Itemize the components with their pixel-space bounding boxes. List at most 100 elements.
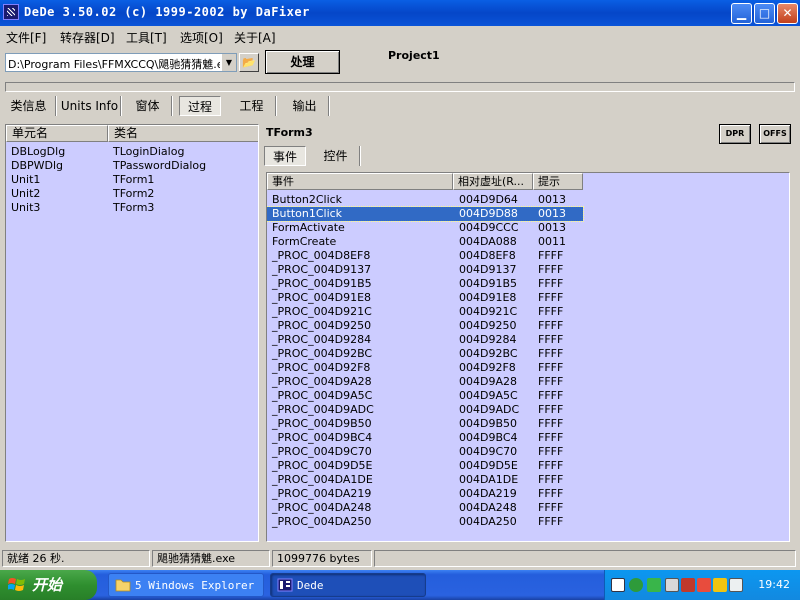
table-row[interactable]: _PROC_004D9D5E 004D9D5E FFFF — [267, 459, 583, 473]
table-row[interactable]: _PROC_004D9A28 004D9A28 FFFF — [267, 375, 583, 389]
table-row[interactable]: _PROC_004DA248 004DA248 FFFF — [267, 501, 583, 515]
notification-icon[interactable] — [713, 578, 727, 592]
table-row[interactable]: _PROC_004DA1DE 004DA1DE FFFF — [267, 473, 583, 487]
class-name-cell[interactable]: TPasswordDialog — [113, 159, 206, 173]
table-row[interactable]: _PROC_004D9284 004D9284 FFFF — [267, 333, 583, 347]
monitor-icon[interactable] — [665, 578, 679, 592]
unit-name-cell[interactable]: DBPWDlg — [11, 159, 63, 173]
dropdown-arrow-icon[interactable]: ▼ — [221, 54, 236, 71]
menu-about[interactable]: 关于[A] — [234, 29, 276, 46]
close-icon: ✕ — [782, 6, 793, 20]
hint-cell: FFFF — [538, 417, 564, 430]
folder-open-icon: 📂 — [242, 56, 256, 69]
rva-cell: 004D9CCC — [459, 221, 519, 234]
hint-cell: 0013 — [538, 193, 566, 206]
table-row[interactable]: _PROC_004D9A5C 004D9A5C FFFF — [267, 389, 583, 403]
column-header-hint[interactable]: 提示 — [533, 173, 583, 190]
table-row[interactable]: _PROC_004D91E8 004D91E8 FFFF — [267, 291, 583, 305]
unit-name-cell[interactable]: Unit1 — [11, 173, 40, 187]
unit-name-cell[interactable]: Unit3 — [11, 201, 40, 215]
security-icon[interactable] — [697, 578, 711, 592]
table-row[interactable]: FormCreate 004DA088 0011 — [267, 235, 583, 249]
table-row[interactable]: _PROC_004D921C 004D921C FFFF — [267, 305, 583, 319]
events-list[interactable]: 事件 相对虚址(R... 提示 Button2Click 004D9D64 0013… — [266, 172, 790, 542]
menu-dumper[interactable]: 转存器[D] — [60, 29, 115, 46]
open-file-button[interactable]: 📂 — [239, 53, 259, 72]
table-row[interactable]: Button1Click 004D9D88 0013 — [267, 206, 584, 222]
column-header-class[interactable]: 类名 — [108, 125, 258, 142]
taskbar-dede-label: Dede — [297, 579, 324, 592]
title-bar[interactable]: DeDe 3.50.02 (c) 1999-2002 by DaFixer ▁ … — [0, 0, 800, 26]
table-row[interactable]: _PROC_004D8EF8 004D8EF8 FFFF — [267, 249, 583, 263]
event-name-cell: _PROC_004D91E8 — [272, 291, 372, 304]
event-name-cell: FormCreate — [272, 235, 337, 248]
table-row[interactable]: _PROC_004D9B50 004D9B50 FFFF — [267, 417, 583, 431]
table-row[interactable]: _PROC_004D9ADC 004D9ADC FFFF — [267, 403, 583, 417]
taskbar: 开始 5 Windows Explorer Dede 19:42 — [0, 570, 800, 600]
input-method-icon[interactable] — [681, 578, 695, 592]
event-name-cell: _PROC_004DA250 — [272, 515, 372, 528]
hint-cell: FFFF — [538, 347, 564, 360]
tab-class-info[interactable]: 类信息 — [2, 96, 56, 116]
column-header-event[interactable]: 事件 — [267, 173, 453, 190]
unit-name-cell[interactable]: Unit2 — [11, 187, 40, 201]
table-row[interactable]: _PROC_004D92F8 004D92F8 FFFF — [267, 361, 583, 375]
tab-units-info[interactable]: Units Info — [59, 96, 121, 116]
offs-button[interactable]: OFFS — [759, 124, 791, 144]
rva-cell: 004D91B5 — [459, 277, 518, 290]
keyboard-icon[interactable] — [611, 578, 625, 592]
unit-name-cell[interactable]: DBLogDlg — [11, 145, 65, 159]
start-button[interactable]: 开始 — [0, 570, 97, 600]
window-title: DeDe 3.50.02 (c) 1999-2002 by DaFixer — [24, 5, 310, 19]
hint-cell: FFFF — [538, 403, 564, 416]
table-row[interactable]: _PROC_004D9137 004D9137 FFFF — [267, 263, 583, 277]
table-row[interactable]: _PROC_004DA219 004DA219 FFFF — [267, 487, 583, 501]
column-header-rva[interactable]: 相对虚址(R... — [453, 173, 533, 190]
network-icon[interactable] — [629, 578, 643, 592]
menu-file[interactable]: 文件[F] — [6, 29, 46, 46]
tab-output[interactable]: 输出 — [281, 96, 329, 116]
class-name-cell[interactable]: TForm3 — [113, 201, 154, 215]
tab-procedures[interactable]: 过程 — [179, 96, 221, 116]
volume-icon[interactable] — [729, 578, 743, 592]
minimize-button[interactable]: ▁ — [731, 3, 752, 24]
table-row[interactable]: FormActivate 004D9CCC 0013 — [267, 221, 583, 235]
taskbar-dede-button[interactable]: Dede — [270, 573, 426, 597]
column-header-unit[interactable]: 单元名 — [6, 125, 108, 142]
maximize-button[interactable]: □ — [754, 3, 775, 24]
start-label: 开始 — [32, 576, 63, 594]
close-button[interactable]: ✕ — [777, 3, 798, 24]
tab-forms[interactable]: 窗体 — [124, 96, 172, 116]
menu-tools[interactable]: 工具[T] — [126, 29, 167, 46]
table-row[interactable]: _PROC_004D9250 004D9250 FFFF — [267, 319, 583, 333]
tab-project[interactable]: 工程 — [228, 96, 276, 116]
rva-cell: 004D9D88 — [459, 207, 518, 220]
process-button[interactable]: 处理 — [265, 50, 340, 74]
maximize-icon: □ — [758, 6, 771, 20]
clock: 19:42 — [758, 578, 790, 591]
tab-controls[interactable]: 控件 — [312, 146, 360, 166]
table-row[interactable]: Button2Click 004D9D64 0013 — [267, 193, 583, 207]
table-row[interactable]: _PROC_004D9BC4 004D9BC4 FFFF — [267, 431, 583, 445]
class-name-cell[interactable]: TForm1 — [113, 173, 154, 187]
event-name-cell: _PROC_004D91B5 — [272, 277, 372, 290]
units-list[interactable]: 单元名 类名 DBLogDlg TLoginDialog DBPWDlg TPassw… — [5, 124, 259, 542]
app-icon — [3, 4, 19, 20]
class-name-cell[interactable]: TLoginDialog — [113, 145, 184, 159]
rva-cell: 004D9D5E — [459, 459, 518, 472]
menu-options[interactable]: 选项[O] — [180, 29, 223, 46]
table-row[interactable]: _PROC_004D91B5 004D91B5 FFFF — [267, 277, 583, 291]
table-row[interactable]: _PROC_004DA250 004DA250 FFFF — [267, 515, 583, 529]
status-size: 1099776 bytes — [272, 550, 372, 567]
taskbar-explorer-label: 5 Windows Explorer — [135, 579, 255, 592]
class-name-cell[interactable]: TForm2 — [113, 187, 154, 201]
taskbar-explorer-button[interactable]: 5 Windows Explorer — [108, 573, 264, 597]
file-path-combo[interactable]: D:\Program Files\FFMXCCQ\飓驰猜猜魋.exe ▼ — [5, 53, 237, 72]
tab-events[interactable]: 事件 — [264, 146, 306, 166]
dpr-button[interactable]: DPR — [719, 124, 751, 144]
rva-cell: 004DA088 — [459, 235, 517, 248]
table-row[interactable]: _PROC_004D92BC 004D92BC FFFF — [267, 347, 583, 361]
event-name-cell: Button2Click — [272, 193, 343, 206]
arrow-icon[interactable] — [647, 578, 661, 592]
table-row[interactable]: _PROC_004D9C70 004D9C70 FFFF — [267, 445, 583, 459]
